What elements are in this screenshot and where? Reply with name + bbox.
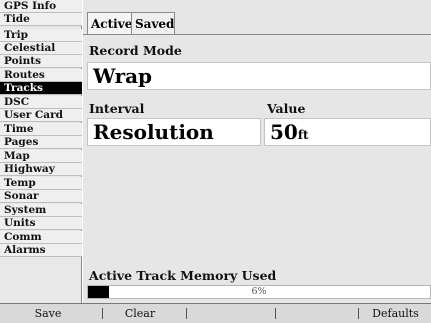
track-memory-percent: 6% xyxy=(251,286,267,297)
sidebar-item-system[interactable]: System xyxy=(0,204,82,217)
sidebar-item-routes[interactable]: Routes xyxy=(0,69,82,82)
tab-saved[interactable]: Saved xyxy=(131,12,175,34)
settings-sidebar: GPS Info Tide Trip Celestial Points Routes Tra… xyxy=(0,0,82,303)
memory-label: Active Track Memory Used xyxy=(89,268,277,283)
sidebar-item-map[interactable]: Map xyxy=(0,150,82,163)
blank-softkey[interactable] xyxy=(280,304,360,323)
sidebar-item-temp[interactable]: Temp xyxy=(0,177,82,190)
defaults-softkey[interactable]: Defaults xyxy=(360,304,431,323)
blank-softkey[interactable] xyxy=(190,304,270,323)
softkey-separator xyxy=(275,308,276,319)
record-mode-field[interactable]: Wrap xyxy=(87,62,431,90)
interval-field[interactable]: Resolution xyxy=(87,118,261,146)
value-unit: ft xyxy=(297,128,309,142)
softkey-separator xyxy=(102,308,103,319)
interval-label: Interval xyxy=(89,101,145,116)
save-softkey[interactable]: Save xyxy=(8,304,88,323)
tab-active[interactable]: Active xyxy=(87,12,132,34)
softkey-separator xyxy=(358,308,359,319)
value-field[interactable]: 50ft xyxy=(264,118,431,146)
sidebar-item-tide[interactable]: Tide xyxy=(0,13,82,26)
clear-softkey[interactable]: Clear xyxy=(110,304,170,323)
sidebar-item-pages[interactable]: Pages xyxy=(0,136,82,149)
sidebar-item-points[interactable]: Points xyxy=(0,55,82,68)
tab-divider xyxy=(83,34,431,35)
value-number: 50 xyxy=(270,120,298,144)
tracks-settings-panel: Active Saved Record Mode Wrap Interval V… xyxy=(83,0,431,303)
sidebar-item-trip[interactable]: Trip xyxy=(0,29,82,42)
value-label: Value xyxy=(267,101,306,116)
sidebar-item-user-card[interactable]: User Card xyxy=(0,109,82,122)
sidebar-item-dsc[interactable]: DSC xyxy=(0,96,82,109)
record-mode-label: Record Mode xyxy=(89,43,182,58)
sidebar-item-tracks[interactable]: Tracks xyxy=(0,82,82,95)
sidebar-item-highway[interactable]: Highway xyxy=(0,163,82,176)
sidebar-item-time[interactable]: Time xyxy=(0,123,82,136)
softkey-separator xyxy=(186,308,187,319)
sidebar-item-alarms[interactable]: Alarms xyxy=(0,244,82,257)
sidebar-item-comm[interactable]: Comm xyxy=(0,231,82,244)
sidebar-item-gps-info[interactable]: GPS Info xyxy=(0,0,82,13)
softkey-bar: Save Clear Defaults xyxy=(0,303,431,323)
sidebar-item-units[interactable]: Units xyxy=(0,217,82,230)
sidebar-item-celestial[interactable]: Celestial xyxy=(0,42,82,55)
track-memory-bar: 6% xyxy=(87,285,431,299)
sidebar-item-sonar[interactable]: Sonar xyxy=(0,190,82,203)
